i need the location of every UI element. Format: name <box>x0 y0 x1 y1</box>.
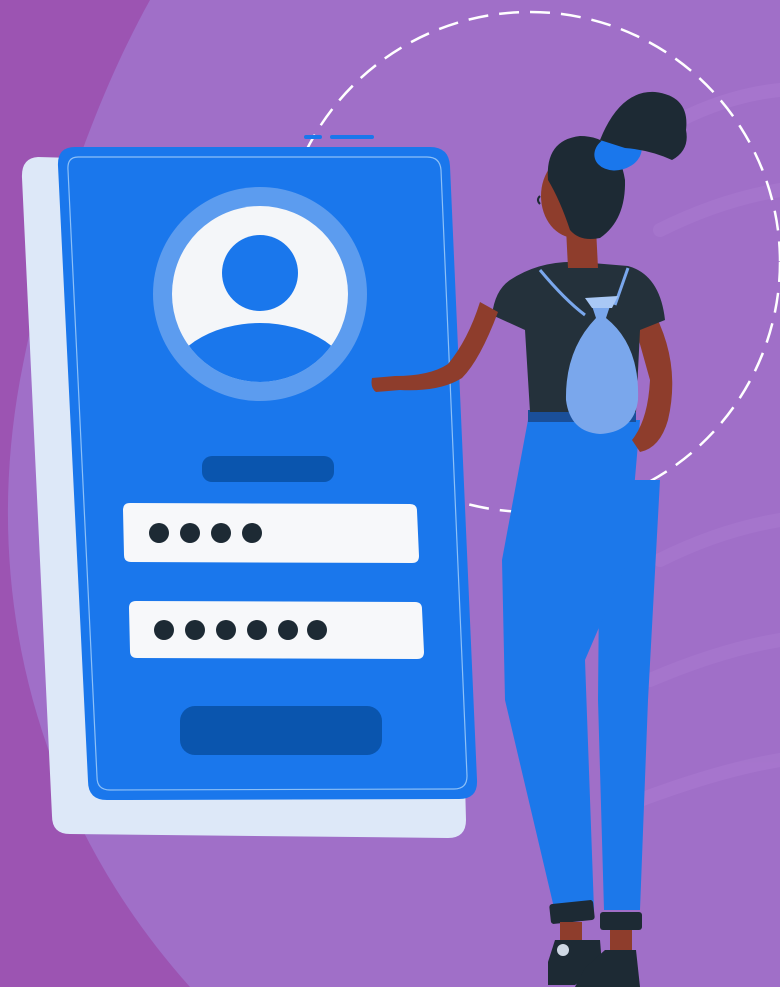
shoe-buckle <box>557 944 569 956</box>
title-placeholder-bar <box>202 456 334 482</box>
phone <box>21 147 478 838</box>
login-button[interactable] <box>180 706 382 755</box>
username-field[interactable] <box>123 503 419 563</box>
back-ankle <box>610 930 632 952</box>
front-ankle <box>560 922 582 942</box>
back-sock <box>600 912 642 930</box>
password-field[interactable] <box>129 601 424 659</box>
login-illustration <box>0 0 780 987</box>
avatar-head <box>222 235 298 311</box>
